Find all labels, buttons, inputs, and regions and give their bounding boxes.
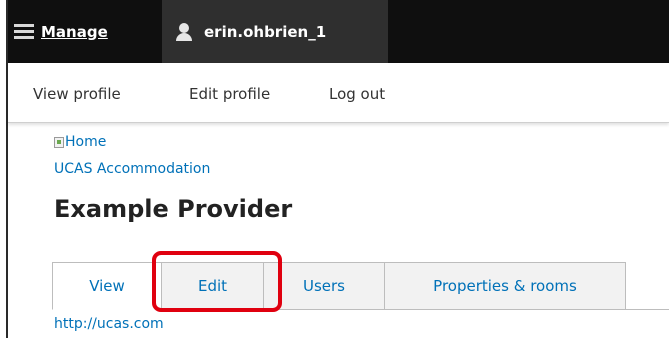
home-alt-text: Home [65,134,107,150]
local-tasks-tabs: View Edit Users Properties & rooms [52,262,626,310]
user-icon [176,22,192,41]
window-left-border [0,0,8,338]
provider-url-link[interactable]: http://ucas.com [54,316,164,332]
hamburger-icon [14,23,34,40]
tab-users-label: Users [302,277,345,295]
edit-profile-link[interactable]: Edit profile [189,85,270,103]
log-out-link[interactable]: Log out [329,85,385,103]
manage-label: Manage [41,22,108,41]
site-name-link[interactable]: UCAS Accommodation [54,161,210,177]
admin-toolbar: Manage erin.ohbrien_1 [8,0,669,63]
tab-users[interactable]: Users [264,262,385,310]
tabs-baseline-rule [626,309,669,310]
manage-button[interactable]: Manage [8,0,158,63]
user-menu-button[interactable]: erin.ohbrien_1 [162,0,388,63]
tab-properties-rooms-label: Properties & rooms [433,277,577,295]
page-title: Example Provider [54,195,293,223]
username-label: erin.ohbrien_1 [204,22,327,41]
broken-image-icon [54,136,64,148]
home-logo-link[interactable]: Home [54,134,106,150]
tab-properties-rooms[interactable]: Properties & rooms [385,262,626,310]
edit-tab-highlight-annotation [152,251,282,312]
view-profile-link[interactable]: View profile [33,85,121,103]
tab-view-label: View [89,277,125,295]
toolbar-spacer [388,0,669,63]
tab-view[interactable]: View [52,262,162,310]
user-tray: View profile Edit profile Log out [8,63,669,123]
